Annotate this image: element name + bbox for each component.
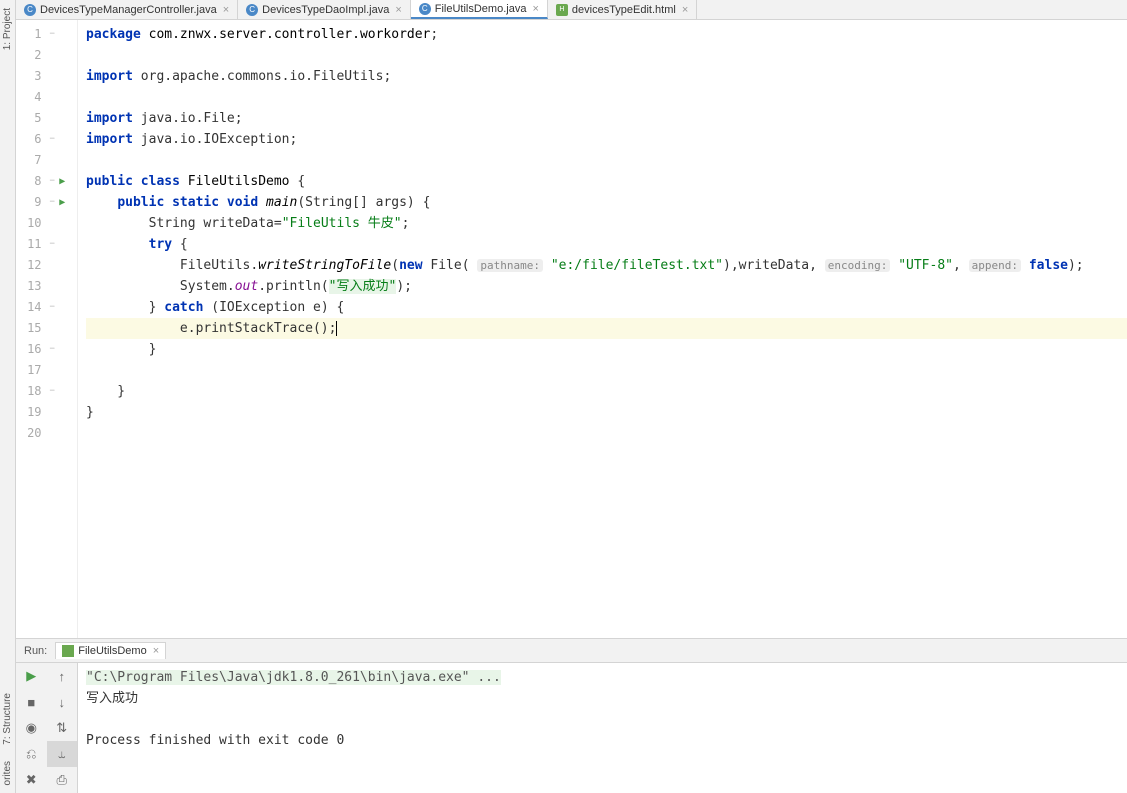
- gutter-row[interactable]: 11−: [16, 234, 77, 255]
- run-label: Run:: [24, 645, 47, 657]
- text-caret: [336, 321, 337, 336]
- editor: 1− 2 3 4 5 6− 7 8−▶ 9−▶ 10 11− 12 13 14−…: [16, 20, 1127, 639]
- gutter-row[interactable]: 19: [16, 402, 77, 423]
- left-tool-rail: 1: Project 7: Structure orites: [0, 0, 16, 793]
- editor-tabs: C DevicesTypeManagerController.java × C …: [16, 0, 1127, 20]
- gutter-row[interactable]: 4: [16, 87, 77, 108]
- run-tab[interactable]: FileUtilsDemo ×: [55, 642, 166, 659]
- rerun-button[interactable]: ▶: [16, 663, 47, 689]
- pathname-hint: pathname:: [477, 259, 543, 272]
- stop-button[interactable]: ■: [16, 689, 47, 715]
- gutter-row[interactable]: 15: [16, 318, 77, 339]
- tab-label: FileUtilsDemo.java: [435, 3, 527, 15]
- clear-button[interactable]: ✖: [16, 767, 47, 793]
- gutter-row[interactable]: 10: [16, 213, 77, 234]
- gutter-row[interactable]: 2: [16, 45, 77, 66]
- favorites-tool-tab[interactable]: orites: [2, 753, 13, 793]
- gutter-row[interactable]: 6−: [16, 129, 77, 150]
- soft-wrap-button[interactable]: ⥿: [47, 741, 78, 767]
- close-icon[interactable]: ×: [223, 4, 229, 16]
- exit-button[interactable]: ⎌: [16, 741, 47, 767]
- java-class-icon: C: [246, 4, 258, 16]
- tab-devicestypemanagercontroller[interactable]: C DevicesTypeManagerController.java ×: [16, 0, 238, 19]
- gutter: 1− 2 3 4 5 6− 7 8−▶ 9−▶ 10 11− 12 13 14−…: [16, 20, 78, 638]
- console-line: 写入成功: [86, 691, 138, 706]
- run-toolbar: ▶ ↑ ■ ↓ ◉ ⇅ ⎌ ⥿ ✖ ⎙: [16, 663, 78, 793]
- java-class-icon: C: [24, 4, 36, 16]
- gutter-row[interactable]: 17: [16, 360, 77, 381]
- scroll-to-end-button[interactable]: ⇅: [47, 715, 78, 741]
- gutter-row[interactable]: 14−: [16, 297, 77, 318]
- run-config-icon: [62, 645, 74, 657]
- gutter-row[interactable]: 5: [16, 108, 77, 129]
- gutter-row[interactable]: 18−: [16, 381, 77, 402]
- gutter-row[interactable]: 12: [16, 255, 77, 276]
- gutter-row[interactable]: 1−: [16, 24, 77, 45]
- dump-threads-button[interactable]: ◉: [16, 715, 47, 741]
- run-line-icon: ▶: [59, 197, 65, 208]
- project-tool-tab[interactable]: 1: Project: [2, 0, 13, 58]
- code-editor[interactable]: package com.znwx.server.controller.worko…: [78, 20, 1127, 638]
- run-panel: ▶ ↑ ■ ↓ ◉ ⇅ ⎌ ⥿ ✖ ⎙ "C:\Program Files\Ja…: [16, 663, 1127, 793]
- gutter-row[interactable]: 8−▶: [16, 171, 77, 192]
- gutter-row[interactable]: 7: [16, 150, 77, 171]
- structure-tool-tab[interactable]: 7: Structure: [2, 685, 13, 753]
- tab-devicestypedaoimpl[interactable]: C DevicesTypeDaoImpl.java ×: [238, 0, 411, 19]
- html-file-icon: H: [556, 4, 568, 16]
- run-tab-label: FileUtilsDemo: [78, 645, 146, 657]
- close-icon[interactable]: ×: [153, 645, 159, 657]
- tab-fileutilsdemo[interactable]: C FileUtilsDemo.java ×: [411, 0, 548, 19]
- gutter-row[interactable]: 9−▶: [16, 192, 77, 213]
- run-tool-header: Run: FileUtilsDemo ×: [16, 639, 1127, 663]
- close-icon[interactable]: ×: [682, 4, 688, 16]
- append-hint: append:: [969, 259, 1021, 272]
- gutter-row[interactable]: 16−: [16, 339, 77, 360]
- console-line: Process finished with exit code 0: [86, 733, 344, 748]
- down-stack-button[interactable]: ↓: [47, 689, 78, 715]
- tab-label: DevicesTypeManagerController.java: [40, 4, 217, 16]
- gutter-row[interactable]: 20: [16, 423, 77, 444]
- up-stack-button[interactable]: ↑: [47, 663, 78, 689]
- main-area: C DevicesTypeManagerController.java × C …: [16, 0, 1127, 793]
- java-class-icon: C: [419, 3, 431, 15]
- console-output[interactable]: "C:\Program Files\Java\jdk1.8.0_261\bin\…: [78, 663, 1127, 793]
- close-icon[interactable]: ×: [532, 3, 538, 15]
- run-line-icon: ▶: [59, 176, 65, 187]
- console-command: "C:\Program Files\Java\jdk1.8.0_261\bin\…: [86, 670, 501, 685]
- gutter-row[interactable]: 3: [16, 66, 77, 87]
- encoding-hint: encoding:: [825, 259, 891, 272]
- gutter-row[interactable]: 13: [16, 276, 77, 297]
- print-button[interactable]: ⎙: [47, 767, 78, 793]
- tab-label: devicesTypeEdit.html: [572, 4, 676, 16]
- close-icon[interactable]: ×: [395, 4, 401, 16]
- tab-devicestypeedit[interactable]: H devicesTypeEdit.html ×: [548, 0, 697, 19]
- tab-label: DevicesTypeDaoImpl.java: [262, 4, 389, 16]
